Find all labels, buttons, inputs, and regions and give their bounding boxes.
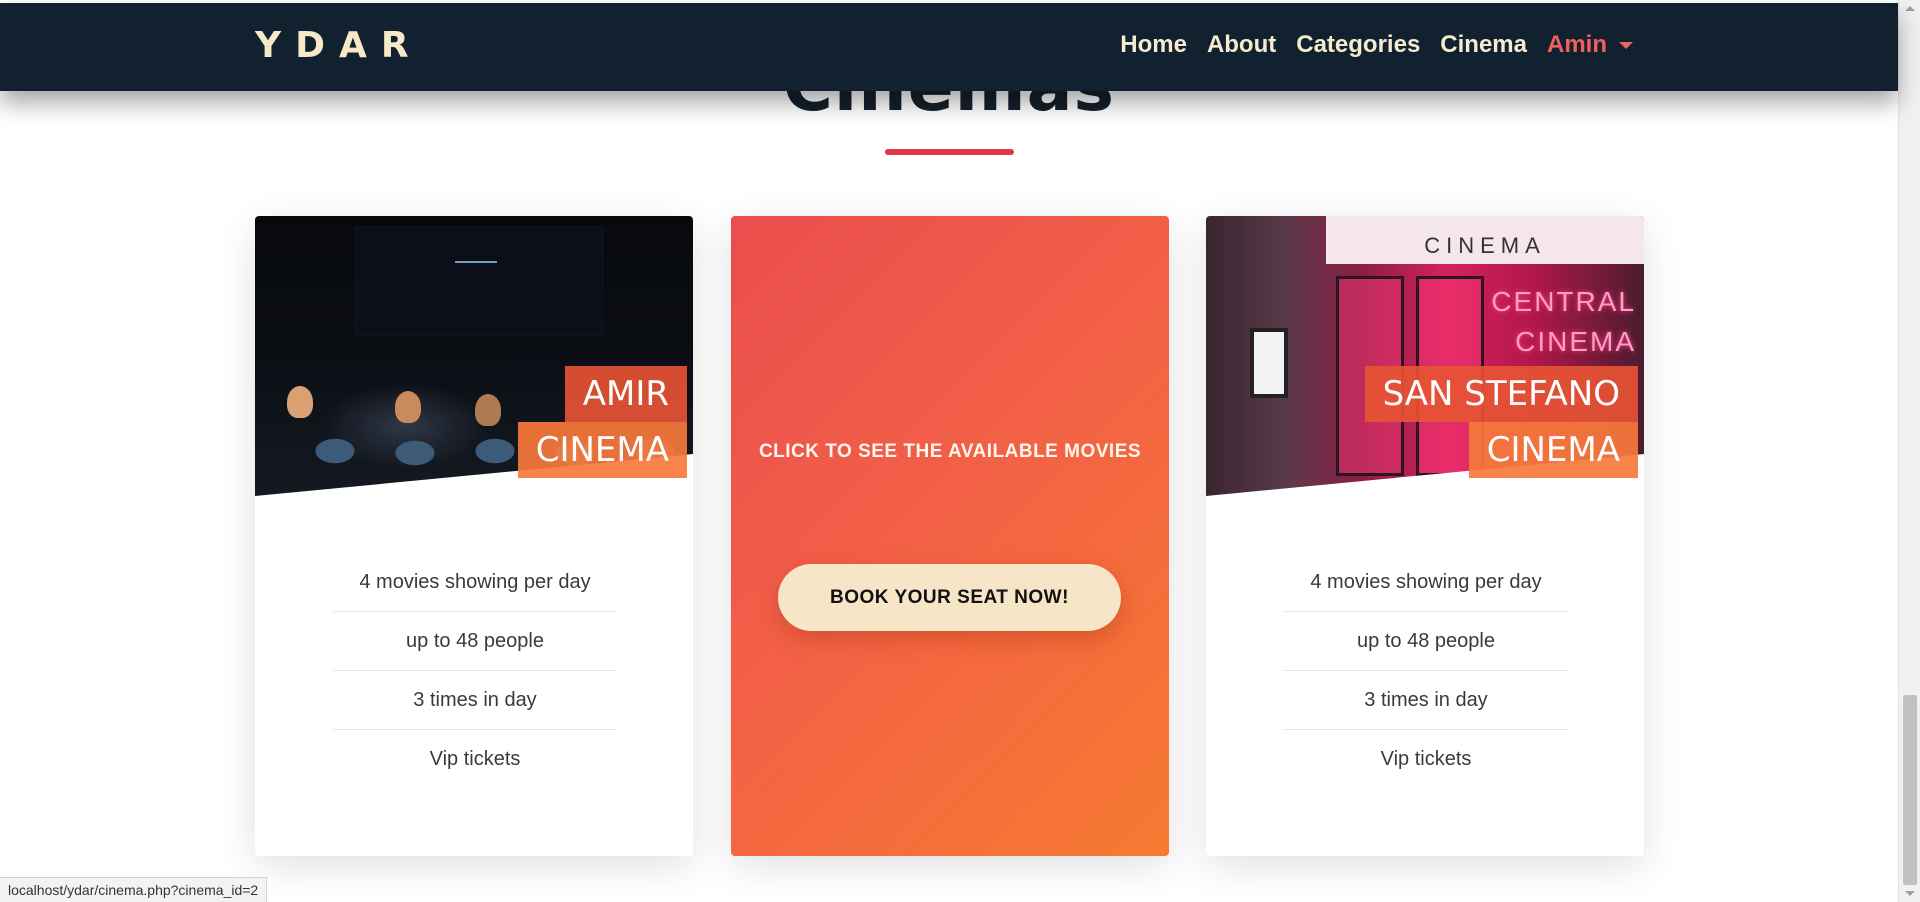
scroll-thumb[interactable] [1903,695,1917,885]
book-seat-card[interactable]: CLICK TO SEE THE AVAILABLE MOVIES BOOK Y… [731,216,1169,856]
user-dropdown[interactable]: Amin [1547,31,1633,59]
feature-item: 3 times in day [333,671,617,730]
nav-link-about[interactable]: About [1207,31,1276,59]
scroll-down-icon[interactable] [1905,891,1915,896]
neon-text-line2: CINEMA [1515,326,1636,357]
cinema-sign: CINEMA [1326,216,1644,264]
book-seat-button[interactable]: BOOK YOUR SEAT NOW! [778,564,1121,631]
nav-link-home[interactable]: Home [1120,31,1187,59]
brand-logo[interactable]: YDAR [255,25,423,66]
poster-frame [1250,328,1288,398]
feature-item: up to 48 people [333,612,617,671]
cinema-name-line1: SAN STEFANO [1364,366,1638,422]
feature-list: 4 movies showing per day up to 48 people… [333,553,617,789]
feature-item: Vip tickets [1380,748,1472,770]
available-movies-caption: CLICK TO SEE THE AVAILABLE MOVIES [758,441,1142,462]
feature-item: up to 48 people [1284,612,1568,671]
neon-text-line1: CENTRAL [1491,286,1636,317]
cinema-name-tag: AMIR CINEMA [517,366,687,478]
cinema-screen [355,226,603,336]
feature-item: Vip tickets [429,748,521,770]
feature-item: 4 movies showing per day [333,553,617,612]
nav-link-categories[interactable]: Categories [1296,31,1420,59]
cinema-name-line1: AMIR [564,366,687,422]
page: Cinemas YDAR Home About Categories Cinem… [0,0,1920,902]
navbar: YDAR Home About Categories Cinema Amin [0,3,1898,91]
screen-light [455,261,497,263]
cinema-name-tag: SAN STEFANO CINEMA [1364,366,1638,478]
cinema-card-amir[interactable]: AMIR CINEMA 4 movies showing per day up … [255,216,693,856]
caret-down-icon [1619,41,1633,49]
nav-link-cinema[interactable]: Cinema [1440,31,1527,59]
feature-item: 4 movies showing per day [1284,553,1568,612]
vertical-scrollbar[interactable] [1898,0,1920,902]
feature-item: 3 times in day [1284,671,1568,730]
status-bar-url: localhost/ydar/cinema.php?cinema_id=2 [0,877,268,902]
cinema-name-line2: CINEMA [1468,422,1638,478]
feature-list: 4 movies showing per day up to 48 people… [1284,553,1568,789]
cinema-name-line2: CINEMA [517,422,687,478]
user-name: Amin [1547,31,1607,58]
nav-links: Home About Categories Cinema Amin [1100,31,1633,59]
cinema-card-san-stefano[interactable]: CINEMA CENTRAL CINEMA SAN STEFANO CINEMA… [1206,216,1644,856]
title-underline [885,149,1014,155]
scroll-up-icon[interactable] [1905,6,1915,11]
